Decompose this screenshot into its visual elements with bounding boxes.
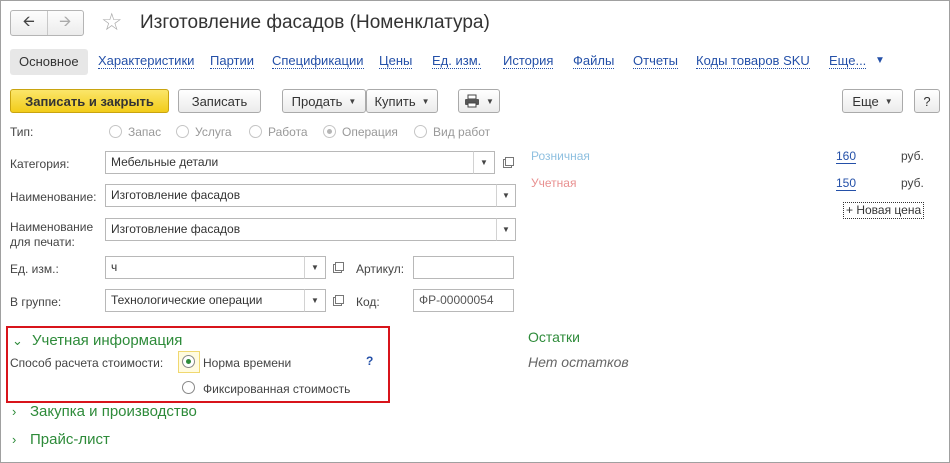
tab-files[interactable]: Файлы (573, 54, 615, 69)
category-field[interactable]: Мебельные детали (105, 151, 474, 174)
cost-method-radio-norm[interactable] (182, 355, 195, 368)
arrow-left-icon: 🡨 (22, 12, 35, 30)
chevron-right-icon[interactable]: › (12, 404, 16, 419)
name-field[interactable]: Изготовление фасадов (105, 184, 497, 207)
retail-price-label: Розничная (531, 149, 590, 163)
type-option-operation: Операция (342, 125, 398, 139)
sell-label: Продать (291, 93, 343, 109)
type-option-work: Работа (268, 125, 308, 139)
code-field[interactable]: ФР-00000054 (413, 289, 514, 312)
buy-label: Купить (374, 93, 416, 109)
chevron-down-icon: ▼ (311, 296, 319, 305)
code-label: Код: (356, 295, 380, 309)
chevron-down-icon[interactable]: ▼ (875, 55, 885, 66)
accounting-currency: руб. (901, 176, 924, 190)
back-button[interactable]: 🡨 (11, 11, 47, 35)
more-button[interactable]: Еще ▼ (842, 89, 903, 113)
tab-main[interactable]: Основное (10, 49, 88, 75)
type-radio-work-kind[interactable] (414, 125, 427, 138)
print-name-dropdown[interactable]: ▼ (496, 218, 516, 241)
article-field[interactable] (413, 256, 514, 279)
unit-field[interactable]: ч (105, 256, 305, 279)
accounting-section-title[interactable]: Учетная информация (32, 332, 182, 349)
arrow-right-icon: 🡪 (59, 12, 72, 30)
name-dropdown[interactable]: ▼ (496, 184, 516, 207)
chevron-down-icon: ▼ (348, 96, 357, 106)
help-button[interactable]: ? (914, 89, 940, 113)
buy-button[interactable]: Купить ▼ (366, 89, 438, 113)
chevron-down-icon: ▼ (502, 191, 510, 200)
price-list-section-title[interactable]: Прайс-лист (30, 431, 110, 448)
purchase-section-title[interactable]: Закупка и производство (30, 403, 197, 420)
name-label: Наименование: (10, 190, 97, 204)
tab-prices[interactable]: Цены (379, 54, 413, 69)
type-option-work-kind: Вид работ (433, 125, 491, 139)
new-price-button[interactable]: + Новая цена (843, 202, 925, 219)
article-label: Артикул: (356, 262, 405, 276)
chevron-down-icon: ▼ (421, 96, 430, 106)
type-radio-operation[interactable] (323, 125, 336, 138)
tab-specifications[interactable]: Спецификации (272, 54, 364, 69)
tab-reports[interactable]: Отчеты (633, 54, 678, 69)
more-label: Еще (852, 93, 879, 109)
open-icon[interactable] (330, 292, 346, 308)
type-option-stock: Запас (128, 125, 162, 139)
group-dropdown[interactable]: ▼ (304, 289, 326, 312)
tab-sku-codes[interactable]: Коды товаров SKU (696, 54, 810, 69)
group-field[interactable]: Технологические операции (105, 289, 305, 312)
sell-button[interactable]: Продать ▼ (282, 89, 366, 113)
type-radio-service[interactable] (176, 125, 189, 138)
unit-dropdown[interactable]: ▼ (304, 256, 326, 279)
type-radio-stock[interactable] (109, 125, 122, 138)
tab-more[interactable]: Еще... (829, 54, 867, 69)
chevron-right-icon[interactable]: › (12, 432, 16, 447)
type-label: Тип: (10, 125, 34, 139)
chevron-down-icon: ▼ (480, 158, 488, 167)
tab-batches[interactable]: Партии (210, 54, 254, 69)
chevron-down-icon: ▼ (486, 96, 494, 106)
open-icon[interactable] (330, 259, 346, 275)
cost-method-option-norm: Норма времени (203, 356, 292, 370)
nav-buttons: 🡨 🡪 (10, 10, 84, 36)
open-icon[interactable] (500, 154, 516, 170)
cost-method-radio-fixed[interactable] (182, 381, 195, 394)
print-name-field[interactable]: Изготовление фасадов (105, 218, 497, 241)
stock-title: Остатки (528, 329, 580, 345)
tab-characteristics[interactable]: Характеристики (98, 54, 195, 69)
stock-empty-message: Нет остатков (528, 354, 629, 370)
chevron-down-icon: ▼ (311, 263, 319, 272)
chevron-down-icon: ▼ (502, 225, 510, 234)
accounting-price-label: Учетная (531, 176, 577, 190)
category-label: Категория: (10, 157, 70, 171)
printer-icon (465, 94, 480, 108)
print-name-label-line1: Наименование (10, 220, 94, 234)
unit-label: Ед. изм.: (10, 262, 59, 276)
save-and-close-button[interactable]: Записать и закрыть (10, 89, 169, 113)
forward-button[interactable]: 🡪 (46, 11, 84, 35)
cost-method-help[interactable]: ? (366, 354, 373, 368)
page-title: Изготовление фасадов (Номенклатура) (140, 12, 490, 33)
group-label: В группе: (10, 295, 62, 309)
cost-method-label: Способ расчета стоимости: (10, 356, 164, 370)
chevron-down-icon: ▼ (884, 96, 893, 106)
category-dropdown[interactable]: ▼ (473, 151, 495, 174)
print-name-label-line2: для печати: (10, 235, 75, 249)
accounting-price-value[interactable]: 150 (836, 176, 857, 191)
save-button[interactable]: Записать (178, 89, 261, 113)
tab-units[interactable]: Ед. изм. (432, 54, 482, 69)
chevron-down-icon[interactable]: ⌄ (12, 333, 23, 349)
type-radio-work[interactable] (249, 125, 262, 138)
cost-method-option-fixed: Фиксированная стоимость (203, 382, 351, 396)
retail-currency: руб. (901, 149, 924, 163)
type-option-service: Услуга (195, 125, 232, 139)
retail-price-value[interactable]: 160 (836, 149, 857, 164)
print-button[interactable]: ▼ (458, 89, 500, 113)
star-icon[interactable]: ☆ (101, 9, 123, 37)
tab-history[interactable]: История (503, 54, 554, 69)
